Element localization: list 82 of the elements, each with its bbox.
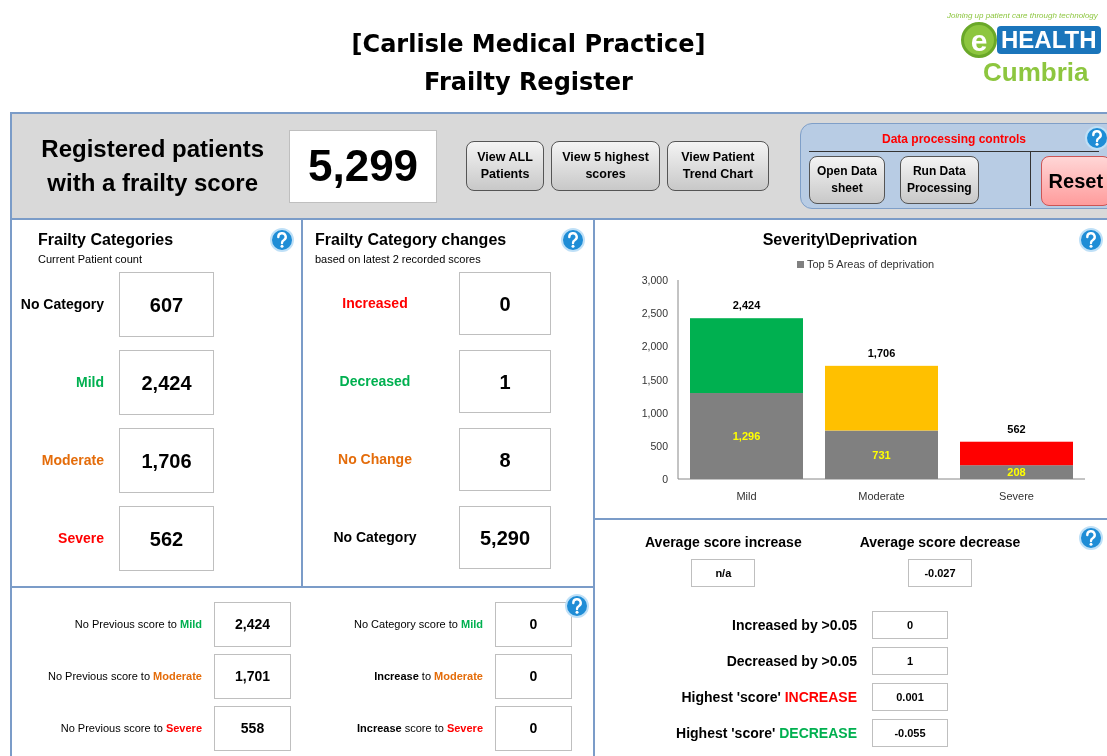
average-value: n/a	[691, 559, 756, 587]
transition-label: No Previous score to Mild	[73, 617, 202, 633]
transition-value: 558	[214, 706, 291, 751]
chart-title: Severity\Deprivation	[762, 231, 918, 248]
count-value: 2,424	[119, 350, 214, 415]
transition-label: Increase to Moderate	[373, 669, 483, 685]
count-value: 1	[459, 350, 551, 413]
threshold-value: 1	[872, 647, 948, 675]
logo-word: HEALTH	[997, 26, 1101, 54]
transition-label: No Previous score to Moderate	[46, 669, 202, 685]
category-label: Severe	[57, 529, 104, 548]
help-icon[interactable]	[270, 228, 294, 252]
reset-button[interactable]: Reset	[1040, 156, 1107, 206]
threshold-label: Highest 'score' INCREASE	[680, 687, 857, 707]
view-button[interactable]: View ALL Patients	[465, 141, 545, 191]
average-label: Average score decrease	[859, 533, 1021, 552]
logo-letter: e	[961, 22, 997, 58]
value-label: 731	[872, 448, 891, 461]
category-label: Decreased	[338, 372, 412, 391]
total-label: 562	[1007, 422, 1026, 435]
transition-label: Increase score to Severe	[356, 721, 483, 737]
y-tick-label: 0	[662, 473, 668, 485]
value-label: 208	[1007, 466, 1026, 478]
y-tick-label: 1,500	[641, 373, 668, 386]
page-subtitle: Frailty Register	[423, 67, 634, 98]
threshold-value: 0.001	[872, 683, 948, 711]
page-title: [Carlisle Medical Practice]	[350, 29, 707, 60]
transition-label: No Category score to Mild	[353, 617, 483, 633]
patient-count: 5,299	[289, 129, 437, 203]
logo-tagline: Joining up patient care through technology	[947, 10, 1099, 22]
threshold-value: 0	[872, 611, 948, 639]
x-tick-label: Moderate	[858, 490, 905, 502]
control-button[interactable]: Open Data sheet	[809, 156, 885, 204]
legend-item: Top 5 Areas of deprivation	[797, 258, 935, 270]
average-value: -0.027	[908, 559, 972, 587]
threshold-label: Decreased by >0.05	[725, 651, 857, 671]
threshold-label: Highest 'score' DECREASE	[675, 723, 857, 743]
category-label: No Change	[337, 450, 413, 469]
transition-value: 2,424	[214, 602, 291, 647]
value-label: 1,296	[732, 430, 761, 442]
y-tick-label: 2,000	[641, 340, 668, 353]
average-label: Average score increase	[645, 533, 802, 552]
count-value: 607	[119, 272, 214, 337]
count-value: 0	[459, 272, 551, 335]
threshold-value: -0.055	[872, 719, 948, 747]
count-value: 5,290	[459, 506, 551, 569]
panel-title: Frailty Categories	[38, 231, 174, 249]
y-tick-label: 2,500	[641, 307, 668, 320]
transition-label: No Previous score to Severe	[59, 721, 202, 737]
panel-subtitle: Current Patient count	[38, 252, 143, 266]
x-tick-label: Severe	[999, 490, 1034, 502]
total-label: 2,424	[732, 299, 761, 312]
category-label: Increased	[341, 294, 409, 313]
count-value: 562	[119, 506, 214, 571]
help-icon[interactable]	[1079, 228, 1103, 252]
count-value: 8	[459, 428, 551, 491]
summary-label: Registered patients with a frailty score	[40, 134, 266, 198]
transition-value: 0	[495, 706, 572, 751]
x-tick-label: Mild	[736, 490, 757, 502]
total-label: 1,706	[867, 346, 896, 359]
help-icon[interactable]	[1079, 526, 1103, 550]
category-label: No Category	[20, 295, 104, 314]
panel-title: Frailty Category changes	[315, 231, 507, 249]
help-icon[interactable]	[565, 594, 589, 618]
count-value: 1,706	[119, 428, 214, 493]
view-button[interactable]: View 5 highest scores	[551, 141, 660, 191]
y-tick-label: 3,000	[641, 274, 668, 286]
logo-region: Cumbria	[983, 58, 1090, 86]
threshold-label: Increased by >0.05	[731, 615, 857, 635]
y-tick-label: 500	[650, 439, 668, 452]
panel-subtitle: based on latest 2 recorded scores	[315, 252, 482, 266]
category-label: Moderate	[40, 451, 104, 470]
control-button[interactable]: Run Data Processing	[899, 156, 979, 204]
transition-value: 0	[495, 654, 572, 699]
view-button[interactable]: View Patient Trend Chart	[666, 141, 769, 191]
help-icon[interactable]	[561, 228, 585, 252]
category-label: No Category	[332, 528, 418, 547]
transition-value: 1,701	[214, 654, 291, 699]
y-tick-label: 1,000	[641, 406, 668, 419]
category-label: Mild	[75, 373, 104, 392]
transition-value: 0	[495, 602, 572, 647]
help-icon[interactable]	[1085, 126, 1107, 150]
